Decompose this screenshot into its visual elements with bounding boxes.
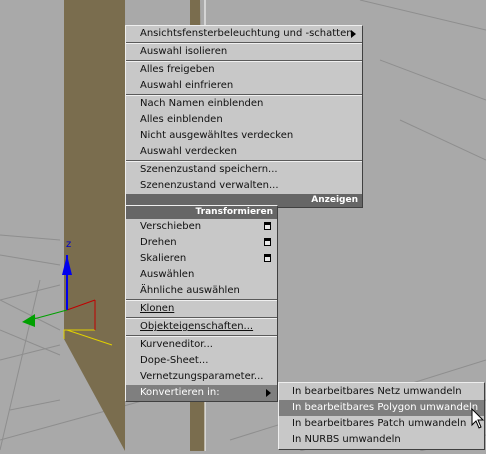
menu-item-unhide-all[interactable]: Alles einblenden — [126, 112, 362, 128]
menu-item-unfreeze-all[interactable]: Alles freigeben — [126, 62, 362, 78]
menu-item-viewport-lighting-shadows[interactable]: Ansichtsfensterbeleuchtung und -schatten — [126, 26, 362, 42]
box-object[interactable] — [64, 0, 125, 451]
menu-item-label: Auswahl isolieren — [140, 46, 228, 57]
menu-item-unhide-by-name[interactable]: Nach Namen einblenden — [126, 96, 362, 112]
menu-item-manage-scene-states[interactable]: Szenenzustand verwalten... — [126, 178, 362, 194]
convert-submenu: In bearbeitbares Netz umwandeln In bearb… — [278, 382, 485, 450]
menu-item-wire-parameters[interactable]: Vernetzungsparameter... — [126, 369, 277, 385]
gizmo-y-axis[interactable] — [29, 309, 68, 321]
menu-item-convert-editable-patch[interactable]: In bearbeitbares Patch umwandeln — [279, 416, 484, 432]
menu-item-label: In bearbeitbares Netz umwandeln — [292, 386, 462, 397]
gizmo-y-arrow-icon — [22, 314, 35, 327]
menu-item-label: Ansichtsfensterbeleuchtung und -schatten — [140, 28, 353, 39]
menu-item-scale[interactable]: Skalieren — [126, 251, 277, 267]
submenu-arrow-icon — [351, 30, 356, 38]
quad-menu-display: Ansichtsfensterbeleuchtung und -schatten… — [125, 25, 363, 208]
menu-item-label: Konvertieren in: — [140, 387, 220, 398]
menu-item-freeze-selection[interactable]: Auswahl einfrieren — [126, 78, 362, 94]
settings-box-icon[interactable] — [264, 222, 271, 230]
menu-item-label: Nicht ausgewähltes verdecken — [140, 130, 294, 141]
menu-item-object-properties[interactable]: Objekteigenschaften... — [126, 319, 277, 335]
settings-box-icon[interactable] — [264, 238, 271, 246]
menu-item-label: Ähnliche auswählen — [140, 285, 240, 296]
menu-item-clone[interactable]: Klonen — [126, 301, 277, 317]
menu-item-convert-editable-mesh[interactable]: In bearbeitbares Netz umwandeln — [279, 384, 484, 400]
menu-item-label: In bearbeitbares Polygon umwandeln — [292, 402, 479, 413]
menu-item-label: Objekteigenschaften... — [140, 321, 254, 332]
menu-item-label: Auswahl verdecken — [140, 146, 237, 157]
gizmo-z-label: z — [66, 239, 71, 250]
menu-item-hide-selection[interactable]: Auswahl verdecken — [126, 144, 362, 160]
menu-item-select[interactable]: Auswählen — [126, 267, 277, 283]
menu-item-select-similar[interactable]: Ähnliche auswählen — [126, 283, 277, 299]
menu-item-move[interactable]: Verschieben — [126, 219, 277, 235]
menu-item-label: Verschieben — [140, 221, 202, 232]
menu-item-label: Nach Namen einblenden — [140, 98, 264, 109]
submenu-arrow-icon — [266, 389, 271, 397]
menu-item-hide-unselected[interactable]: Nicht ausgewähltes verdecken — [126, 128, 362, 144]
mouse-cursor-icon — [471, 408, 485, 429]
quad-header-transform: Transformieren — [126, 206, 277, 219]
menu-item-convert-editable-poly[interactable]: In bearbeitbares Polygon umwandeln — [279, 400, 484, 416]
settings-box-icon[interactable] — [264, 254, 271, 262]
menu-item-isolate-selection[interactable]: Auswahl isolieren — [126, 44, 362, 60]
menu-item-label: Szenenzustand speichern... — [140, 164, 278, 175]
menu-item-label: Drehen — [140, 237, 177, 248]
menu-item-label: Alles einblenden — [140, 114, 223, 125]
menu-item-label: Alles freigeben — [140, 64, 215, 75]
menu-item-convert-nurbs[interactable]: In NURBS umwandeln — [279, 432, 484, 448]
menu-item-label: Vernetzungsparameter... — [140, 371, 264, 382]
menu-item-label: Skalieren — [140, 253, 187, 264]
menu-item-curve-editor[interactable]: Kurveneditor... — [126, 337, 277, 353]
menu-item-label: Kurveneditor... — [140, 339, 213, 350]
menu-item-save-scene-state[interactable]: Szenenzustand speichern... — [126, 162, 362, 178]
menu-item-label: Dope-Sheet... — [140, 355, 209, 366]
menu-item-label: Szenenzustand verwalten... — [140, 180, 279, 191]
quad-menu-transform: Transformieren Verschieben Drehen Skalie… — [125, 205, 278, 402]
menu-item-rotate[interactable]: Drehen — [126, 235, 277, 251]
menu-item-label: Auswählen — [140, 269, 195, 280]
menu-item-label: In NURBS umwandeln — [292, 434, 401, 445]
menu-item-convert-to[interactable]: Konvertieren in: — [126, 385, 277, 401]
menu-item-dope-sheet[interactable]: Dope-Sheet... — [126, 353, 277, 369]
menu-item-label: In bearbeitbares Patch umwandeln — [292, 418, 467, 429]
menu-item-label: Klonen — [140, 303, 175, 314]
menu-item-label: Auswahl einfrieren — [140, 80, 234, 91]
